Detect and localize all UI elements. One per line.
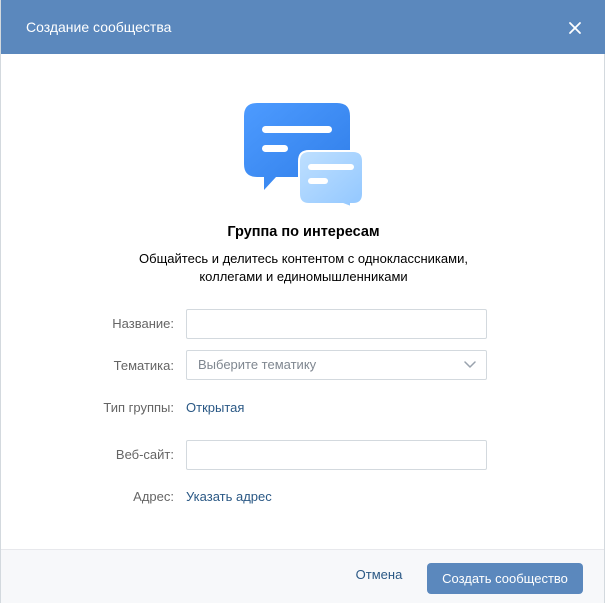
- close-icon: [569, 22, 581, 34]
- group-type-description: Общайтесь и делитесь контентом с однокла…: [1, 250, 605, 286]
- topic-label: Тематика:: [113, 358, 174, 373]
- create-community-button[interactable]: Создать сообщество: [427, 563, 583, 594]
- close-button[interactable]: [562, 15, 588, 41]
- address-link[interactable]: Указать адрес: [186, 489, 272, 504]
- dialog-title: Создание сообщества: [26, 19, 172, 35]
- group-type-link[interactable]: Открытая: [186, 400, 244, 415]
- description-line-1: Общайтесь и делитесь контентом с однокла…: [139, 251, 468, 266]
- description-line-2: коллегами и единомышленниками: [199, 269, 408, 284]
- create-community-dialog: Создание сообщества Группа по интересам: [0, 0, 605, 603]
- chat-bubbles-icon: [244, 103, 364, 209]
- dialog-footer: Отмена Создать сообщество: [1, 549, 604, 603]
- address-label: Адрес:: [133, 489, 174, 504]
- dialog-header: Создание сообщества: [1, 0, 605, 54]
- website-input[interactable]: [186, 440, 487, 470]
- group-type-title: Группа по интересам: [227, 224, 380, 240]
- name-label: Название:: [112, 316, 174, 331]
- group-type-label: Тип группы:: [103, 400, 174, 415]
- website-label: Веб-сайт:: [115, 447, 174, 462]
- topic-select[interactable]: Выберите тематику: [186, 350, 487, 380]
- name-input[interactable]: [186, 309, 487, 339]
- cancel-button[interactable]: Отмена: [341, 567, 417, 582]
- chevron-down-icon: [464, 361, 476, 368]
- topic-select-placeholder: Выберите тематику: [198, 357, 317, 372]
